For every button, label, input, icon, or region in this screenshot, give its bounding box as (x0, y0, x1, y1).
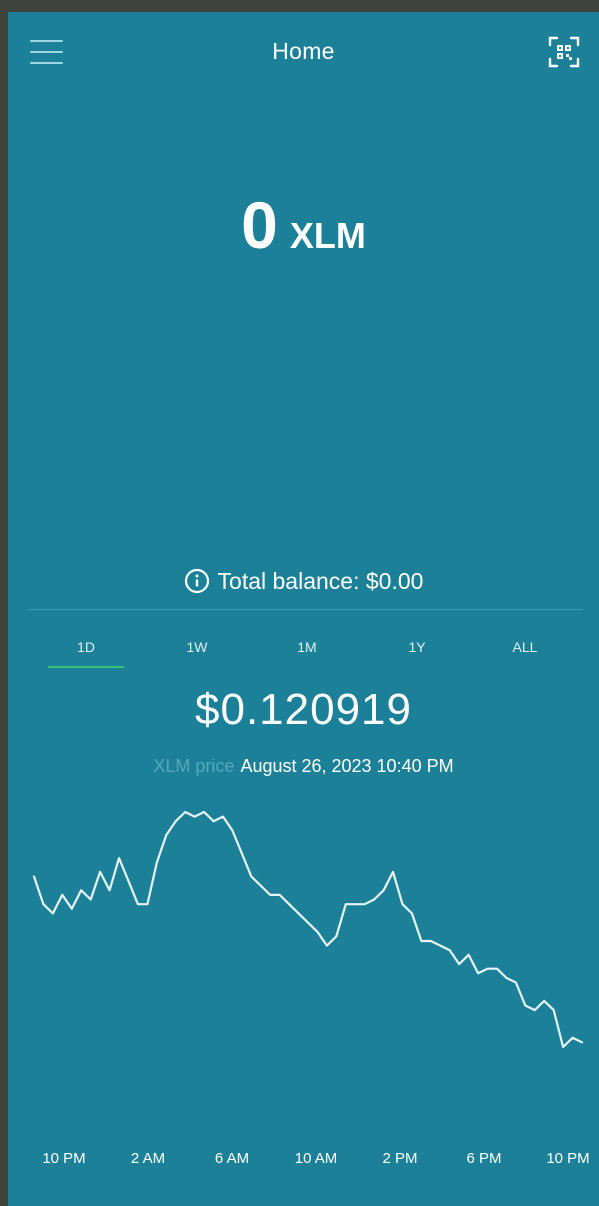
time-range-tabs: 1D 1W 1M 1Y ALL (30, 637, 583, 681)
price-caption: XLM price August 26, 2023 10:40 PM (8, 756, 599, 777)
top-bar: Home (8, 12, 599, 90)
tab-1y[interactable]: 1Y (377, 637, 457, 671)
tab-1m[interactable]: 1M (267, 637, 347, 671)
divider (28, 609, 583, 610)
time-axis-label: 10 PM (42, 1150, 86, 1167)
tab-1w[interactable]: 1W (157, 637, 237, 671)
balance-amount: 0 (241, 188, 278, 262)
time-axis-label: 10 PM (546, 1150, 590, 1167)
price-caption-label: XLM price (153, 756, 235, 776)
balance-currency: XLM (289, 215, 366, 256)
tab-1d[interactable]: 1D (46, 637, 126, 671)
time-axis-label: 6 AM (214, 1150, 250, 1167)
account-balance: 0 XLM (8, 187, 599, 263)
total-balance-label: Total balance: $0.00 (217, 568, 424, 594)
price-line (32, 810, 584, 1049)
time-axis-label: 2 PM (382, 1150, 418, 1167)
time-axis: 10 PM 2 AM 6 AM 10 AM 2 PM 6 PM 10 PM (8, 1150, 599, 1174)
time-axis-label: 2 AM (130, 1150, 166, 1167)
xlm-price: $0.120919 (195, 685, 412, 734)
price-chart[interactable] (8, 792, 599, 1092)
total-balance-row[interactable]: Total balance: $0.00 (8, 564, 599, 598)
price-timestamp: August 26, 2023 10:40 PM (240, 756, 454, 776)
tab-all[interactable]: ALL (485, 637, 565, 671)
qr-scan-icon[interactable] (546, 34, 582, 70)
time-axis-label: 10 AM (294, 1150, 338, 1167)
page-title: Home (272, 38, 335, 64)
app-screen: Home 0 XLM Total balance: $0.00 1D 1W 1M… (8, 12, 599, 1206)
info-icon[interactable] (184, 568, 210, 594)
time-axis-label: 6 PM (466, 1150, 502, 1167)
